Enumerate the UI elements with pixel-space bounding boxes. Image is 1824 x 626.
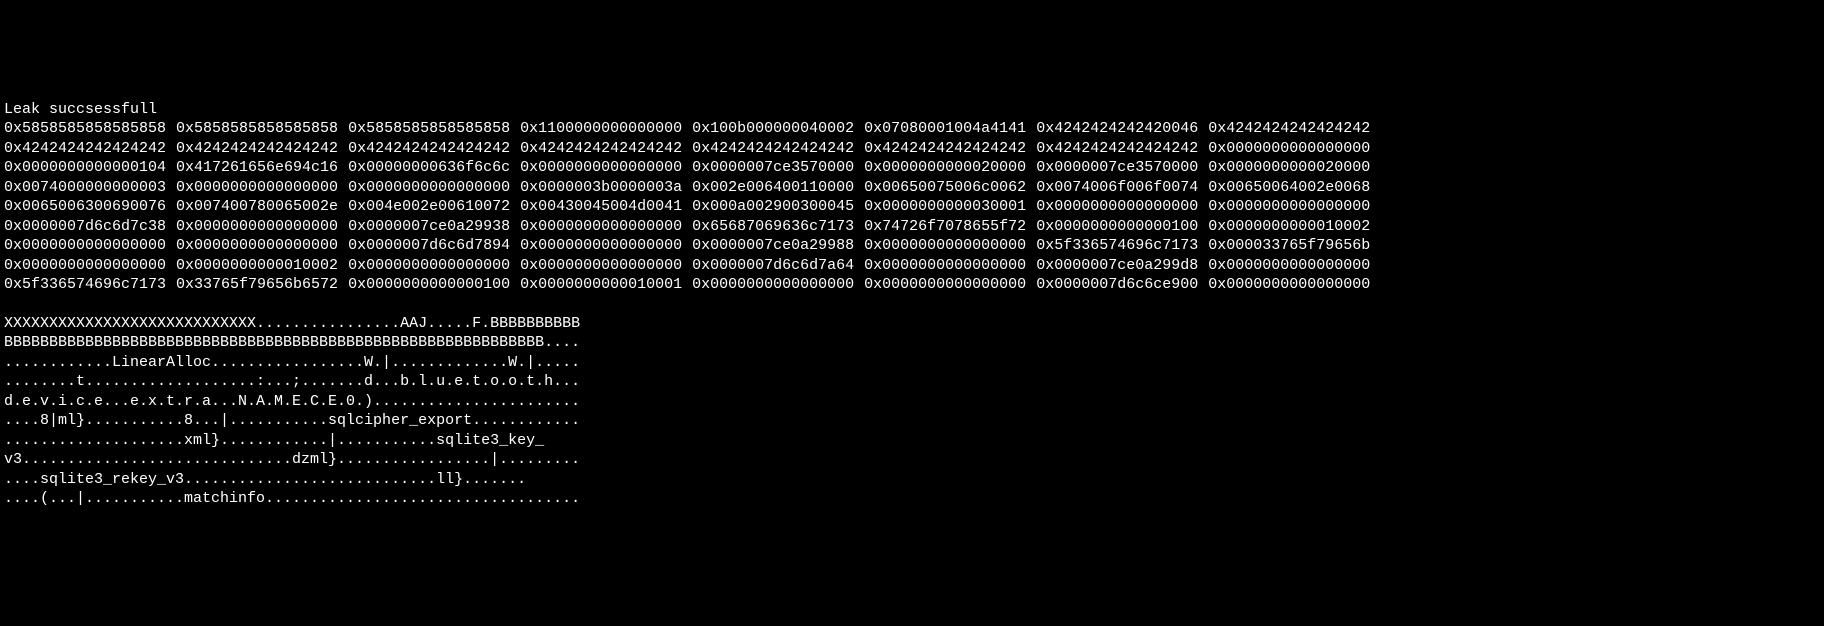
leak-header: Leak succsessfull — [4, 100, 1820, 120]
hex-value: 0x0000007ce0a299d8 — [1036, 256, 1198, 276]
hex-row: 0x0000007d6c6d7c38 0x0000000000000000 0x00… — [4, 217, 1820, 237]
hex-value: 0x5858585858585858 — [4, 119, 166, 139]
hex-value: 0x0000000000010002 — [176, 256, 338, 276]
hex-value: 0x0000000000020000 — [864, 158, 1026, 178]
hex-value: 0x417261656e694c16 — [176, 158, 338, 178]
hex-row: 0x0074000000000003 0x0000000000000000 0x00… — [4, 178, 1820, 198]
hex-value: 0x0000000000000000 — [348, 256, 510, 276]
hex-row: 0x0000000000000000 0x0000000000000000 0x00… — [4, 236, 1820, 256]
ascii-line: ....sqlite3_rekey_v3....................… — [4, 470, 1820, 490]
hex-value: 0x00430045004d0041 — [520, 197, 682, 217]
hex-value: 0x1100000000000000 — [520, 119, 682, 139]
hex-value: 0x4242424242424242 — [176, 139, 338, 159]
hex-value: 0x0000007d6c6d7c38 — [4, 217, 166, 237]
hex-value: 0x100b000000040002 — [692, 119, 854, 139]
hex-value: 0x4242424242424242 — [1208, 119, 1370, 139]
hex-value: 0x0000000000000000 — [520, 158, 682, 178]
hex-value: 0x0000000000000000 — [692, 275, 854, 295]
hex-value: 0x007400780065002e — [176, 197, 338, 217]
hex-value: 0x0000000000000000 — [1036, 197, 1198, 217]
hex-value: 0x4242424242424242 — [520, 139, 682, 159]
hex-value: 0x0000000000010001 — [520, 275, 682, 295]
hex-value: 0x0000000000000000 — [176, 178, 338, 198]
hex-value: 0x0000000000000000 — [1208, 197, 1370, 217]
ascii-line: ....(...|...........matchinfo...........… — [4, 489, 1820, 509]
hex-value: 0x004e002e00610072 — [348, 197, 510, 217]
hex-row: 0x0065006300690076 0x007400780065002e 0x00… — [4, 197, 1820, 217]
hex-value: 0x0000000000000000 — [176, 236, 338, 256]
hex-value: 0x0000000000000000 — [1208, 275, 1370, 295]
terminal-output: Leak succsessfull0x58585858585858580x585… — [4, 80, 1820, 528]
hex-value: 0x0000000000000000 — [520, 217, 682, 237]
hex-value: 0x0000000000010002 — [1208, 217, 1370, 237]
ascii-line: BBBBBBBBBBBBBBBBBBBBBBBBBBBBBBBBBBBBBBBB… — [4, 333, 1820, 353]
ascii-line: ....................xml}............|...… — [4, 431, 1820, 451]
ascii-line: d.e.v.i.c.e...e.x.t.r.a...N.A.M.E.C.E.0.… — [4, 392, 1820, 412]
hex-value: 0x0000000000000000 — [176, 217, 338, 237]
hex-value: 0x0000000000000000 — [4, 256, 166, 276]
hex-value: 0x4242424242420046 — [1036, 119, 1198, 139]
hex-value: 0x0074006f006f0074 — [1036, 178, 1198, 198]
hex-value: 0x0000007ce0a29988 — [692, 236, 854, 256]
hex-value: 0x00650064002e0068 — [1208, 178, 1370, 198]
hex-row: 0x5f336574696c7173 0x33765f79656b6572 0x00… — [4, 275, 1820, 295]
hex-value: 0x0000007ce0a29938 — [348, 217, 510, 237]
hex-value: 0x5f336574696c7173 — [1036, 236, 1198, 256]
hex-value: 0x5858585858585858 — [348, 119, 510, 139]
hex-value: 0x000033765f79656b — [1208, 236, 1370, 256]
hex-value: 0x0000000000000000 — [4, 236, 166, 256]
ascii-line: ........t...................:...;.......… — [4, 372, 1820, 392]
hex-value: 0x4242424242424242 — [4, 139, 166, 159]
hex-value: 0x0065006300690076 — [4, 197, 166, 217]
hex-row: 0x4242424242424242 0x4242424242424242 0x42… — [4, 139, 1820, 159]
hex-value: 0x5f336574696c7173 — [4, 275, 166, 295]
hex-value: 0x0000000000000000 — [520, 236, 682, 256]
hex-value: 0x07080001004a4141 — [864, 119, 1026, 139]
hex-value: 0x4242424242424242 — [348, 139, 510, 159]
ascii-line: XXXXXXXXXXXXXXXXXXXXXXXXXXXX............… — [4, 314, 1820, 334]
hex-value: 0x0000003b0000003a — [520, 178, 682, 198]
ascii-dump: XXXXXXXXXXXXXXXXXXXXXXXXXXXX............… — [4, 314, 1820, 509]
hex-row: 0x0000000000000104 0x417261656e694c16 0x00… — [4, 158, 1820, 178]
hex-value: 0x0000000000000000 — [1208, 139, 1370, 159]
hex-dump: 0x5858585858585858 0x5858585858585858 0x58… — [4, 119, 1820, 295]
hex-value: 0x0000000000000100 — [1036, 217, 1198, 237]
hex-value: 0x0000000000030001 — [864, 197, 1026, 217]
hex-value: 0x33765f79656b6572 — [176, 275, 338, 295]
hex-value: 0x0000000000000000 — [864, 236, 1026, 256]
hex-value: 0x0000007ce3570000 — [692, 158, 854, 178]
hex-value: 0x002e006400110000 — [692, 178, 854, 198]
hex-value: 0x4242424242424242 — [864, 139, 1026, 159]
hex-value: 0x0000007d6c6ce900 — [1036, 275, 1198, 295]
hex-value: 0x4242424242424242 — [692, 139, 854, 159]
hex-value: 0x0000000000000000 — [864, 256, 1026, 276]
hex-value: 0x0000000000000100 — [348, 275, 510, 295]
hex-value: 0x00650075006c0062 — [864, 178, 1026, 198]
hex-value: 0x0000000000000000 — [864, 275, 1026, 295]
hex-value: 0x0000007ce3570000 — [1036, 158, 1198, 178]
hex-value: 0x0000000000000000 — [520, 256, 682, 276]
hex-value: 0x0074000000000003 — [4, 178, 166, 198]
hex-value: 0x0000000000000000 — [348, 178, 510, 198]
hex-value: 0x74726f7078655f72 — [864, 217, 1026, 237]
hex-value: 0x0000000000000104 — [4, 158, 166, 178]
hex-value: 0x0000000000000000 — [1208, 256, 1370, 276]
hex-value: 0x0000000000020000 — [1208, 158, 1370, 178]
hex-row: 0x5858585858585858 0x5858585858585858 0x58… — [4, 119, 1820, 139]
ascii-line: ....8|ml}...........8...|...........sqlc… — [4, 411, 1820, 431]
hex-value: 0x5858585858585858 — [176, 119, 338, 139]
hex-value: 0x0000007d6c6d7894 — [348, 236, 510, 256]
ascii-line: ............LinearAlloc.................… — [4, 353, 1820, 373]
hex-row: 0x0000000000000000 0x0000000000010002 0x00… — [4, 256, 1820, 276]
hex-value: 0x00000000636f6c6c — [348, 158, 510, 178]
hex-value: 0x4242424242424242 — [1036, 139, 1198, 159]
hex-value: 0x000a002900300045 — [692, 197, 854, 217]
ascii-line: v3..............................dzml}...… — [4, 450, 1820, 470]
hex-value: 0x0000007d6c6d7a64 — [692, 256, 854, 276]
hex-value: 0x65687069636c7173 — [692, 217, 854, 237]
